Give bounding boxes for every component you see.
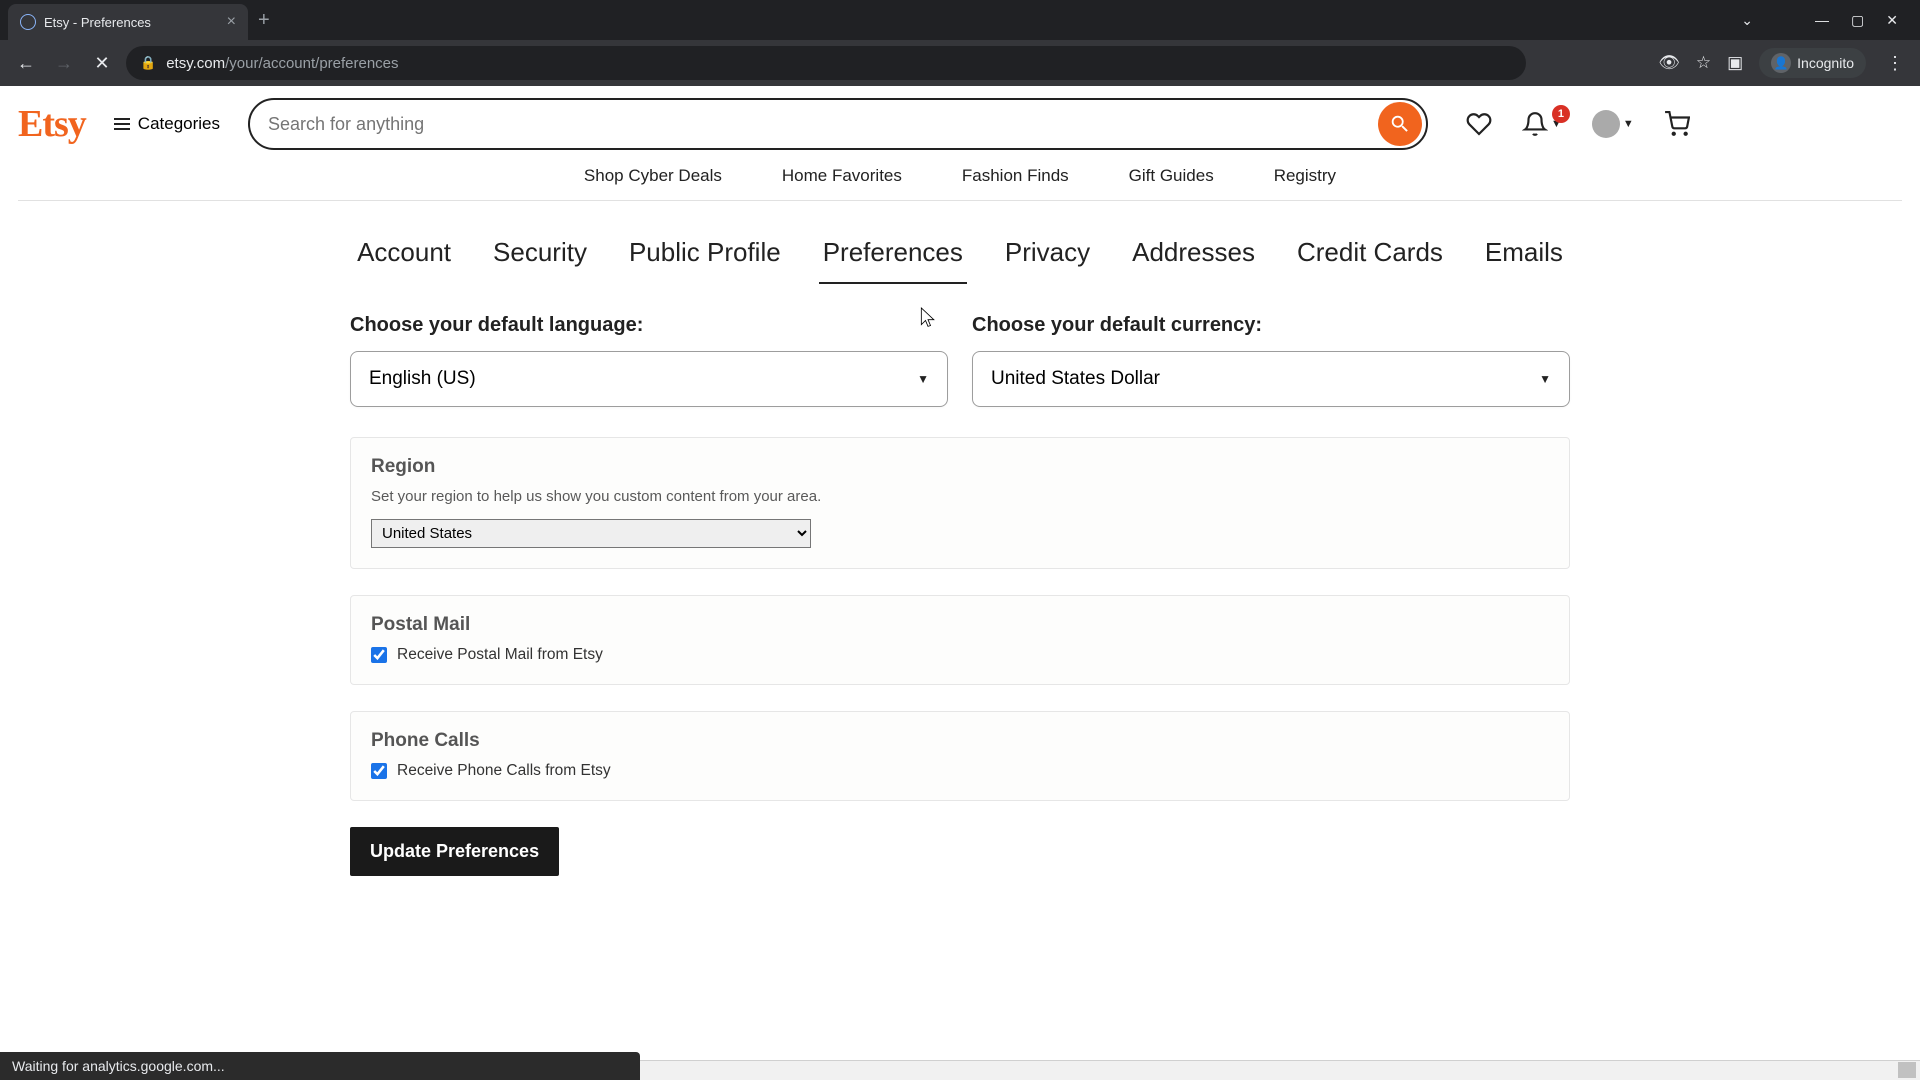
currency-label: Choose your default currency: <box>972 314 1570 337</box>
tab-public-profile[interactable]: Public Profile <box>625 231 785 284</box>
main-content: Account Security Public Profile Preferences… <box>290 201 1630 876</box>
status-bar: Waiting for analytics.google.com... <box>0 1052 640 1080</box>
forward-button[interactable]: → <box>50 49 78 77</box>
avatar-icon <box>1592 110 1620 138</box>
notification-badge: 1 <box>1552 105 1570 123</box>
site-header: Etsy Categories 1 ▼ ▼ <box>0 86 1920 201</box>
postal-mail-checkbox[interactable] <box>371 647 387 663</box>
etsy-logo[interactable]: Etsy <box>18 102 86 146</box>
window-controls: ⌄ — ▢ ✕ <box>1741 12 1912 29</box>
categories-button[interactable]: Categories <box>104 106 230 142</box>
language-value: English (US) <box>369 368 476 390</box>
tab-privacy[interactable]: Privacy <box>1001 231 1094 284</box>
tabs-dropdown-icon[interactable]: ⌄ <box>1741 12 1753 29</box>
stop-reload-button[interactable]: ✕ <box>88 49 116 77</box>
incognito-label: Incognito <box>1797 55 1854 71</box>
account-button[interactable]: ▼ <box>1592 110 1634 138</box>
language-select[interactable]: English (US) ▼ <box>350 351 948 407</box>
promo-link[interactable]: Home Favorites <box>782 166 902 186</box>
tab-emails[interactable]: Emails <box>1481 231 1567 284</box>
heart-icon <box>1466 111 1492 137</box>
search-button[interactable] <box>1378 102 1422 146</box>
promo-nav: Shop Cyber Deals Home Favorites Fashion … <box>18 150 1902 201</box>
tab-preferences[interactable]: Preferences <box>819 231 967 284</box>
browser-chrome: Etsy - Preferences × + ⌄ — ▢ ✕ ← → ✕ 🔒 e… <box>0 0 1920 86</box>
close-window-button[interactable]: ✕ <box>1886 12 1898 29</box>
lock-icon: 🔒 <box>140 55 156 71</box>
url-domain: etsy.com <box>166 55 225 72</box>
phone-calls-checkbox-row[interactable]: Receive Phone Calls from Etsy <box>371 762 1549 780</box>
address-bar: ← → ✕ 🔒 etsy.com/your/account/preference… <box>0 40 1920 86</box>
phone-calls-checkbox[interactable] <box>371 763 387 779</box>
minimize-button[interactable]: — <box>1815 12 1829 29</box>
postal-mail-title: Postal Mail <box>371 614 1549 636</box>
hamburger-icon <box>114 118 130 130</box>
chevron-down-icon: ▼ <box>917 372 929 386</box>
tab-account[interactable]: Account <box>353 231 455 284</box>
close-tab-icon[interactable]: × <box>227 13 236 31</box>
search-input[interactable] <box>268 114 1378 135</box>
incognito-icon: 👤 <box>1771 53 1791 73</box>
eye-blocked-icon[interactable]: 👁 <box>1658 53 1680 73</box>
tab-addresses[interactable]: Addresses <box>1128 231 1259 284</box>
promo-link[interactable]: Shop Cyber Deals <box>584 166 722 186</box>
language-label: Choose your default language: <box>350 314 948 337</box>
update-preferences-button[interactable]: Update Preferences <box>350 827 559 876</box>
currency-select[interactable]: United States Dollar ▼ <box>972 351 1570 407</box>
browser-menu-button[interactable]: ⋮ <box>1882 53 1908 74</box>
tab-bar: Etsy - Preferences × + ⌄ — ▢ ✕ <box>0 0 1920 40</box>
bell-icon <box>1522 111 1548 137</box>
region-section: Region Set your region to help us show y… <box>350 437 1570 569</box>
categories-label: Categories <box>138 114 220 134</box>
notifications-button[interactable]: 1 ▼ <box>1522 111 1562 137</box>
tab-title: Etsy - Preferences <box>44 15 151 30</box>
region-select[interactable]: United States <box>371 519 811 548</box>
chevron-down-icon: ▼ <box>1539 372 1551 386</box>
favicon-icon <box>20 14 36 30</box>
phone-calls-section: Phone Calls Receive Phone Calls from Ets… <box>350 711 1570 801</box>
promo-link[interactable]: Gift Guides <box>1129 166 1214 186</box>
url-input[interactable]: 🔒 etsy.com/your/account/preferences <box>126 46 1526 80</box>
currency-value: United States Dollar <box>991 368 1160 390</box>
url-path: /your/account/preferences <box>225 55 398 72</box>
horizontal-scrollbar[interactable] <box>640 1060 1920 1080</box>
scrollbar-thumb[interactable] <box>1898 1062 1916 1078</box>
postal-mail-label: Receive Postal Mail from Etsy <box>397 646 603 664</box>
search-bar <box>248 98 1428 150</box>
postal-mail-checkbox-row[interactable]: Receive Postal Mail from Etsy <box>371 646 1549 664</box>
phone-calls-title: Phone Calls <box>371 730 1549 752</box>
install-app-icon[interactable]: ▣ <box>1727 53 1743 73</box>
browser-tab[interactable]: Etsy - Preferences × <box>8 4 248 40</box>
favorites-button[interactable] <box>1466 111 1492 137</box>
tab-security[interactable]: Security <box>489 231 591 284</box>
region-title: Region <box>371 456 1549 478</box>
phone-calls-label: Receive Phone Calls from Etsy <box>397 762 611 780</box>
back-button[interactable]: ← <box>12 49 40 77</box>
cart-button[interactable] <box>1664 111 1690 137</box>
new-tab-button[interactable]: + <box>248 9 280 32</box>
bookmark-star-icon[interactable]: ☆ <box>1696 53 1711 73</box>
cart-icon <box>1664 111 1690 137</box>
settings-tabs: Account Security Public Profile Preferences… <box>350 231 1570 284</box>
promo-link[interactable]: Fashion Finds <box>962 166 1069 186</box>
tab-credit-cards[interactable]: Credit Cards <box>1293 231 1447 284</box>
chevron-down-icon: ▼ <box>1623 118 1634 130</box>
incognito-badge[interactable]: 👤 Incognito <box>1759 48 1866 78</box>
maximize-button[interactable]: ▢ <box>1851 12 1864 29</box>
search-icon <box>1389 113 1411 135</box>
promo-link[interactable]: Registry <box>1274 166 1336 186</box>
region-description: Set your region to help us show you cust… <box>371 488 1549 505</box>
postal-mail-section: Postal Mail Receive Postal Mail from Ets… <box>350 595 1570 685</box>
